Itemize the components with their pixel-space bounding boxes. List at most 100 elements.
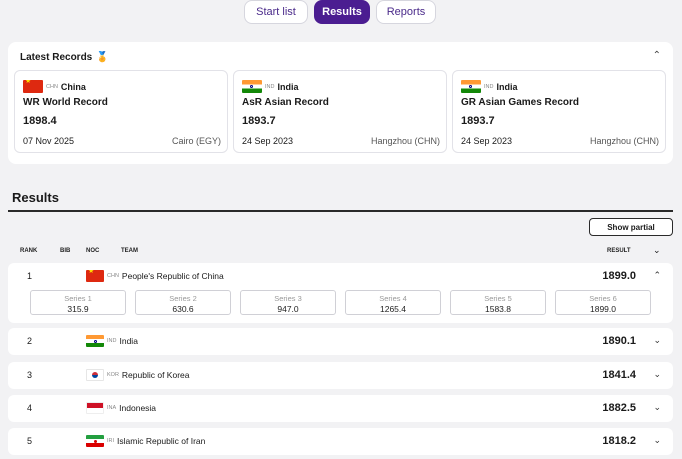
record-country-name: India	[277, 81, 299, 92]
results-title: Results	[12, 190, 59, 205]
row-team-name: Islamic Republic of Iran	[117, 436, 206, 446]
view-tabs: Start list Results Reports	[244, 0, 436, 24]
row-team: CHN People's Republic of China	[86, 270, 224, 282]
record-country: IND India	[242, 80, 299, 93]
record-type: GR Asian Games Record	[461, 97, 580, 108]
row-result: 1882.5	[602, 402, 636, 414]
series-label: Series 3	[274, 294, 302, 303]
row-team: KOR Republic of Korea	[86, 369, 190, 381]
record-value: 1893.7	[461, 115, 495, 127]
series-box: Series 5 1583.8	[450, 290, 546, 315]
series-label: Series 6	[589, 294, 617, 303]
chevron-down-icon[interactable]: ⌄	[653, 402, 661, 413]
table-row[interactable]: 5 IRI Islamic Republic of Iran 1818.2 ⌄	[8, 428, 673, 455]
row-result: 1890.1	[602, 335, 636, 347]
row-rank: 5	[27, 436, 33, 446]
table-row[interactable]: 4 INA Indonesia 1882.5 ⌄	[8, 395, 673, 422]
tab-results[interactable]: Results	[314, 0, 370, 24]
latest-records-header: Latest Records 🏅	[20, 52, 109, 63]
tab-reports[interactable]: Reports	[376, 0, 436, 24]
series-box: Series 4 1265.4	[345, 290, 441, 315]
table-row[interactable]: 1 CHN People's Republic of China 1899.0 …	[8, 263, 673, 323]
series-value: 947.0	[277, 304, 299, 314]
table-row[interactable]: 3 KOR Republic of Korea 1841.4 ⌄	[8, 362, 673, 389]
flag-icon	[86, 335, 104, 347]
row-noc: KOR	[107, 372, 119, 378]
record-date: 24 Sep 2023	[461, 136, 513, 146]
col-bib: BIB	[60, 248, 71, 254]
record-date: 07 Nov 2025	[23, 136, 75, 146]
record-type: WR World Record	[23, 97, 108, 108]
chevron-down-icon[interactable]: ⌄	[653, 369, 661, 380]
row-team: IND India	[86, 335, 138, 347]
record-type: AsR Asian Record	[242, 97, 329, 108]
series-label: Series 5	[484, 294, 512, 303]
flag-icon	[242, 80, 262, 93]
row-team-name: India	[119, 336, 138, 346]
row-result: 1899.0	[602, 270, 636, 282]
record-value: 1893.7	[242, 115, 276, 127]
chevron-down-icon[interactable]: ⌄	[653, 245, 661, 256]
row-rank: 2	[27, 336, 33, 346]
row-team-name: Republic of Korea	[121, 370, 190, 380]
divider	[8, 210, 673, 212]
row-rank: 4	[27, 403, 33, 413]
series-label: Series 2	[169, 294, 197, 303]
tab-start-list[interactable]: Start list	[244, 0, 308, 24]
col-rank: RANK	[20, 248, 38, 254]
record-date: 24 Sep 2023	[242, 136, 294, 146]
flag-icon	[461, 80, 481, 93]
series-box: Series 1 315.9	[30, 290, 126, 315]
row-team-name: Indonesia	[119, 403, 157, 413]
row-team: INA Indonesia	[86, 402, 156, 414]
series-label: Series 1	[64, 294, 92, 303]
row-noc: IND	[107, 338, 117, 344]
series-value: 1583.8	[485, 304, 511, 314]
row-result: 1818.2	[602, 435, 636, 447]
flag-icon	[23, 80, 43, 93]
record-card-wr: CHN China WR World Record 1898.4 07 Nov …	[14, 70, 228, 153]
col-noc: NOC	[86, 248, 100, 254]
chevron-down-icon[interactable]: ⌄	[653, 335, 661, 346]
record-place: Hangzhou (CHN)	[370, 136, 440, 146]
row-noc: CHN	[107, 273, 119, 279]
record-noc: IND	[265, 83, 275, 90]
record-country: CHN China	[23, 80, 86, 93]
record-card-asr: IND India AsR Asian Record 1893.7 24 Sep…	[233, 70, 447, 153]
series-box: Series 3 947.0	[240, 290, 336, 315]
series-box: Series 2 630.6	[135, 290, 231, 315]
record-noc: CHN	[46, 83, 58, 90]
record-place: Cairo (EGY)	[171, 136, 221, 146]
record-country: IND India	[461, 80, 518, 93]
row-noc: INA	[107, 405, 117, 411]
col-team: TEAM	[121, 248, 138, 254]
latest-records-panel: Latest Records 🏅 ⌃ CHN China WR World Re…	[8, 42, 673, 164]
flag-icon	[86, 435, 104, 447]
series-value: 1899.0	[590, 304, 616, 314]
row-noc: IRI	[107, 438, 115, 444]
record-country-name: India	[496, 81, 518, 92]
row-team-name: People's Republic of China	[121, 271, 224, 281]
record-noc: IND	[484, 83, 494, 90]
latest-records-title: Latest Records	[20, 52, 93, 63]
record-value: 1898.4	[23, 115, 57, 127]
chevron-up-icon[interactable]: ⌃	[653, 50, 661, 61]
record-place: Hangzhou (CHN)	[589, 136, 659, 146]
col-result: RESULT	[607, 248, 631, 254]
series-value: 630.6	[172, 304, 194, 314]
series-box: Series 6 1899.0	[555, 290, 651, 315]
flag-icon	[86, 270, 104, 282]
flag-icon	[86, 369, 104, 381]
flag-icon	[86, 402, 104, 414]
chevron-up-icon[interactable]: ⌃	[653, 270, 661, 281]
row-rank: 1	[27, 271, 33, 281]
show-partial-button[interactable]: Show partial	[589, 218, 673, 236]
record-country-name: China	[60, 81, 86, 92]
row-team: IRI Islamic Republic of Iran	[86, 435, 205, 447]
chevron-down-icon[interactable]: ⌄	[653, 435, 661, 446]
row-rank: 3	[27, 370, 33, 380]
row-result: 1841.4	[602, 369, 636, 381]
record-card-gr: IND India GR Asian Games Record 1893.7 2…	[452, 70, 666, 153]
series-value: 315.9	[67, 304, 89, 314]
table-row[interactable]: 2 IND India 1890.1 ⌄	[8, 328, 673, 355]
